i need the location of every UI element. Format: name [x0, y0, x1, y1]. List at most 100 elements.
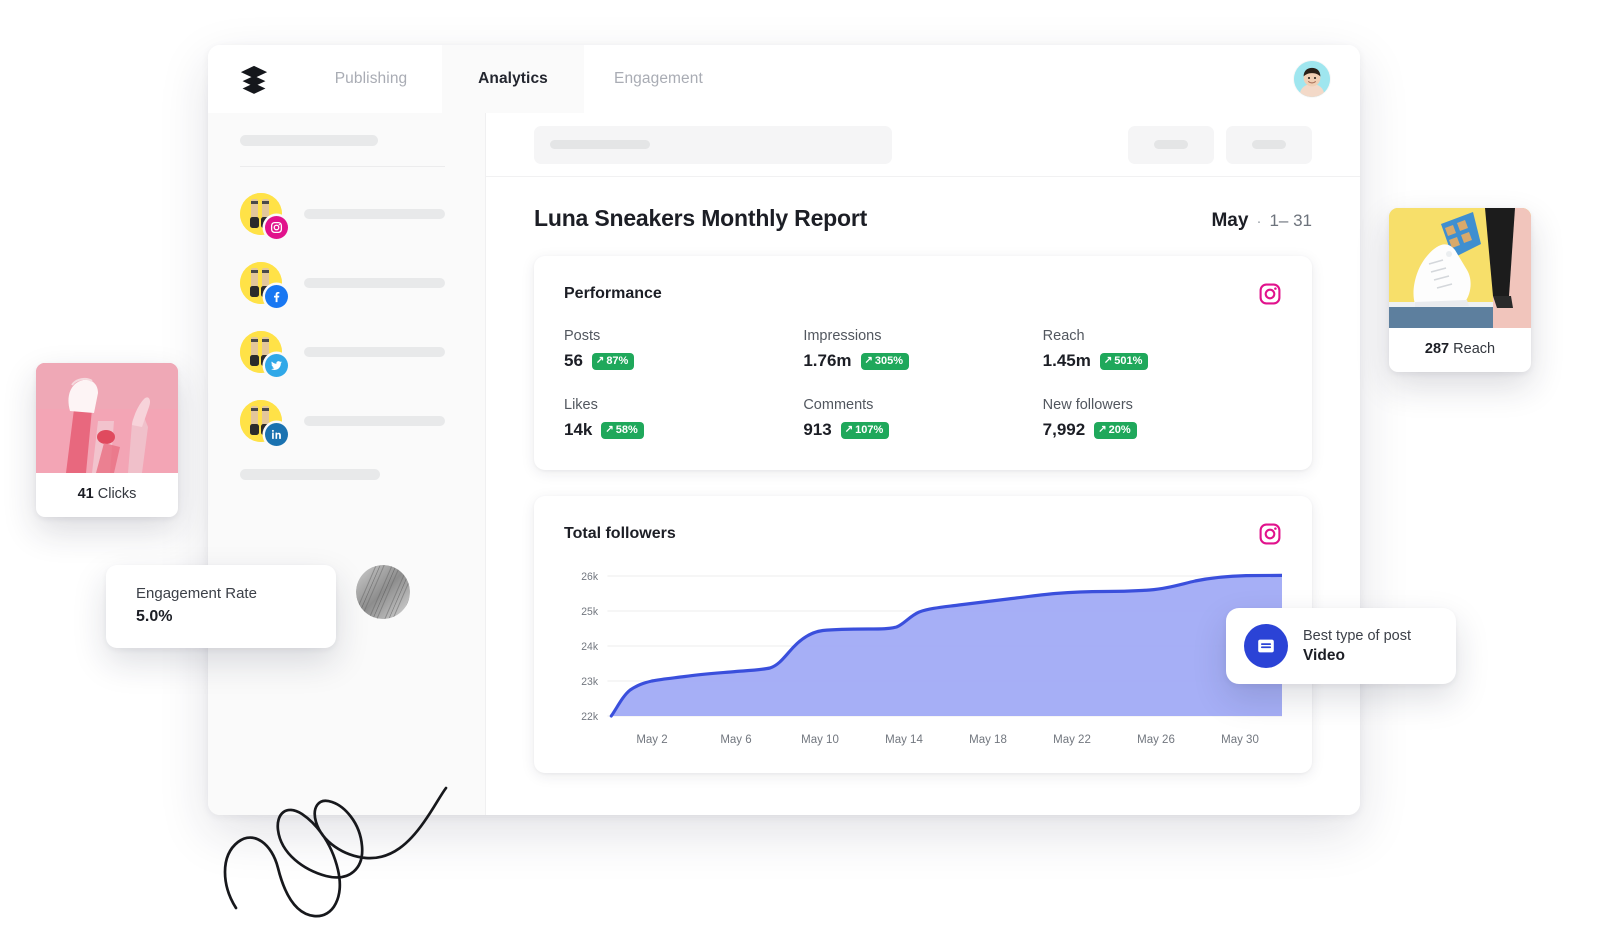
svg-text:26k: 26k: [581, 571, 598, 583]
x-tick: May 30: [1221, 734, 1259, 746]
account-avatar: [240, 331, 288, 377]
account-avatar: [240, 262, 288, 308]
pink-sneaker-legs-photo-icon: [36, 363, 178, 473]
metric-label: Comments: [803, 397, 874, 413]
avatar[interactable]: [1294, 61, 1330, 97]
metric-row: 56 ↗ 87%: [564, 351, 803, 371]
x-tick: May 22: [1053, 734, 1091, 746]
video-post-icon: [1244, 624, 1288, 668]
app-body: Luna Sneakers Monthly Report May · 1– 31…: [208, 113, 1360, 815]
texture-circle-decoration: [356, 565, 410, 619]
report-content: Luna Sneakers Monthly Report May · 1– 31…: [486, 177, 1360, 815]
tab-analytics-label: Analytics: [478, 69, 548, 87]
toolbar-search-placeholder[interactable]: [534, 125, 892, 164]
metric-value: 14k: [564, 420, 593, 439]
toolbar-button-placeholder-2[interactable]: [1226, 125, 1312, 164]
svg-text:23k: 23k: [581, 676, 598, 688]
top-navigation-bar: Publishing Analytics Engagement: [208, 45, 1360, 113]
tab-analytics[interactable]: Analytics: [442, 45, 584, 113]
metric-delta-badge: ↗ 87%: [591, 352, 635, 370]
sidebar-item-linkedin-account[interactable]: [240, 400, 445, 446]
sidebar-footer-placeholder: [240, 469, 380, 480]
clicks-card-caption: 41 Clicks: [36, 473, 178, 517]
tab-publishing-label: Publishing: [334, 69, 408, 87]
metric-posts: Posts 56 ↗ 87%: [564, 328, 803, 371]
account-name-placeholder: [304, 416, 445, 426]
x-tick: May 2: [636, 734, 668, 746]
metric-reach: Reach 1.45m ↗ 501%: [1043, 328, 1282, 371]
clicks-overlay-card[interactable]: 41 Clicks: [36, 363, 178, 517]
followers-chart: 26k 25k 24k 23k 22k May 2 May 6 May 10 M…: [564, 568, 1282, 753]
instagram-badge-icon: [265, 216, 288, 239]
best-post-type-overlay-card[interactable]: Best type of post Video: [1226, 608, 1456, 684]
content-toolbar: [486, 113, 1360, 177]
account-menu[interactable]: [1294, 45, 1360, 113]
linkedin-badge-icon: [265, 423, 288, 446]
arrow-up-right-icon: ↗: [844, 424, 854, 435]
arrow-up-right-icon: ↗: [605, 424, 614, 435]
performance-metrics-grid: Posts 56 ↗ 87% Impressions 1.76m ↗ 305% …: [564, 328, 1282, 440]
app-window: Publishing Analytics Engagement Luna Sne…: [208, 45, 1360, 815]
metric-value: 1.76m: [803, 351, 852, 370]
metric-label: Impressions: [803, 328, 882, 344]
best-post-label: Best type of post: [1303, 627, 1412, 644]
x-tick: May 6: [720, 734, 752, 746]
x-tick: May 10: [801, 734, 839, 746]
metric-new-followers: New followers 7,992 ↗ 20%: [1043, 397, 1282, 440]
performance-card-title: Performance: [564, 285, 662, 302]
best-post-text: Best type of post Video: [1303, 628, 1411, 665]
reach-card-caption: 287 Reach: [1389, 328, 1531, 372]
grayscale-texture-circle-icon: [356, 565, 410, 619]
toolbar-button-placeholder-1[interactable]: [1128, 125, 1214, 164]
sidebar: [208, 113, 486, 815]
date-range[interactable]: May · 1– 31: [1211, 210, 1312, 232]
reach-overlay-card[interactable]: 287 Reach: [1389, 208, 1531, 372]
reach-card-photo: [1389, 208, 1531, 328]
performance-card-header: Performance: [564, 282, 1282, 306]
clicks-card-label: Clicks: [97, 486, 137, 502]
date-range-separator: ·: [1256, 213, 1262, 230]
svg-text:22k: 22k: [581, 711, 598, 723]
followers-area-chart: 26k 25k 24k 23k 22k: [581, 571, 1282, 723]
metric-row: 14k ↗ 58%: [564, 420, 803, 440]
metric-delta-value: 107%: [855, 423, 884, 436]
scribble-decoration: [218, 718, 473, 923]
instagram-icon: [1258, 282, 1282, 306]
sidebar-item-twitter-account[interactable]: [240, 331, 445, 377]
clicks-card-photo: [36, 363, 178, 473]
account-name-placeholder: [304, 347, 445, 357]
metric-delta-value: 305%: [874, 354, 904, 367]
metric-value: 56: [564, 351, 583, 370]
followers-card-header: Total followers: [564, 522, 1282, 546]
page-root: Publishing Analytics Engagement Luna Sne…: [0, 0, 1600, 940]
metric-label: Posts: [564, 328, 601, 344]
metric-delta-badge: ↗ 58%: [601, 421, 644, 439]
metric-impressions: Impressions 1.76m ↗ 305%: [803, 328, 1042, 371]
x-tick: May 18: [969, 734, 1007, 746]
sidebar-item-instagram-account[interactable]: [240, 193, 445, 239]
metric-delta-value: 501%: [1114, 354, 1143, 367]
chart-x-axis-labels: May 2 May 6 May 10 May 14 May 18 May 22 …: [610, 734, 1282, 746]
total-followers-card: Total followers 26k 25k 24k 23k 22k May …: [534, 496, 1312, 773]
instagram-icon: [1258, 522, 1282, 546]
tab-publishing[interactable]: Publishing: [300, 45, 442, 113]
sidebar-item-facebook-account[interactable]: [240, 262, 445, 308]
metric-delta-badge: ↗ 20%: [1094, 421, 1137, 439]
report-header: Luna Sneakers Monthly Report May · 1– 31: [534, 205, 1312, 232]
arrow-up-right-icon: ↗: [1103, 355, 1113, 366]
avatar-photo: [1294, 61, 1330, 97]
metric-row: 7,992 ↗ 20%: [1043, 420, 1282, 440]
tab-engagement[interactable]: Engagement: [584, 45, 733, 113]
page-title: Luna Sneakers Monthly Report: [534, 205, 868, 231]
metric-row: 1.76m ↗ 305%: [803, 351, 1042, 371]
metric-value: 7,992: [1042, 420, 1086, 439]
chart-y-axis-labels: 26k 25k 24k 23k 22k: [581, 571, 598, 723]
best-post-value: Video: [1303, 646, 1345, 664]
reach-card-value: 287: [1424, 341, 1450, 357]
app-logo[interactable]: [208, 45, 300, 113]
metric-delta-value: 87%: [606, 354, 629, 367]
engagement-rate-overlay-card[interactable]: Engagement Rate 5.0%: [106, 565, 336, 648]
metric-likes: Likes 14k ↗ 58%: [564, 397, 803, 440]
twitter-badge-icon: [265, 354, 288, 377]
engagement-rate-value: 5.0%: [136, 608, 173, 625]
